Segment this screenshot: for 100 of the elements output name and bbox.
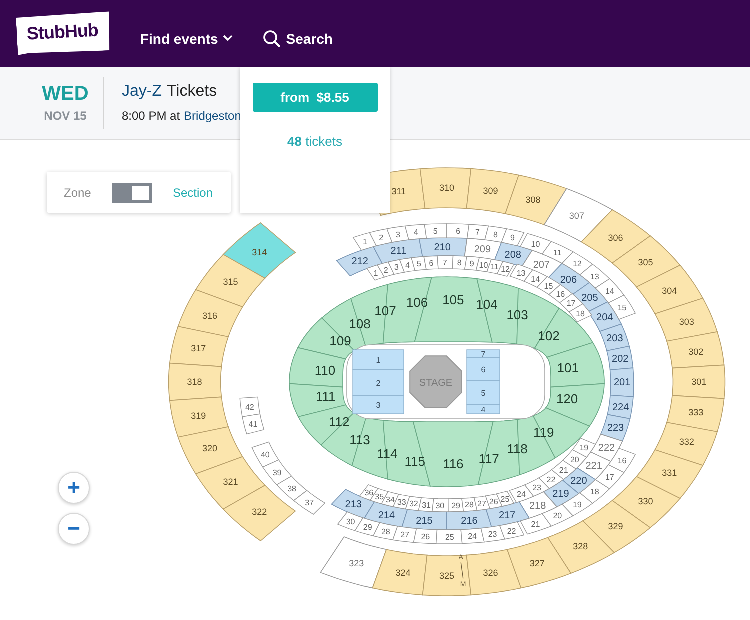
section-label: 1 (376, 356, 381, 365)
row-number: 22 (546, 475, 556, 484)
row-number: 1 (374, 268, 378, 278)
zoom-out-button[interactable]: − (58, 513, 90, 545)
section-label: 113 (350, 432, 370, 448)
row-number: 19 (572, 500, 582, 510)
section-label: 218 (529, 500, 546, 512)
section-label: 106 (406, 294, 428, 310)
section-label: 201 (614, 378, 631, 389)
row-number: 38 (288, 484, 297, 494)
section-label: 217 (498, 510, 516, 522)
logo[interactable]: StubHub (16, 12, 112, 56)
row-number: 8 (494, 230, 498, 240)
row-number: 16 (618, 456, 627, 466)
row-number: 20 (553, 511, 562, 520)
row-number: 11 (490, 262, 500, 272)
row-number: 17 (566, 299, 576, 308)
toggle-label: Zone (64, 186, 92, 200)
row-number: 37 (305, 498, 314, 508)
section-label: 333 (688, 408, 704, 418)
row-number: 10 (531, 240, 540, 249)
row-number: 11 (553, 248, 562, 258)
section-label: 222 (598, 443, 616, 454)
section-label: 115 (404, 454, 426, 469)
row-number: 13 (590, 272, 600, 282)
section-label: 205 (582, 293, 598, 304)
row-number: 14 (605, 287, 614, 296)
section-label: 303 (679, 317, 694, 328)
row-number: 41 (248, 420, 258, 429)
venue-link[interactable]: Bridgeston (184, 109, 242, 123)
section-label: 120 (556, 392, 578, 407)
section-label: 224 (612, 402, 630, 414)
section-label: 213 (345, 500, 362, 511)
row-number: 8 (457, 258, 462, 268)
row-number: 24 (517, 490, 526, 499)
section-label: 316 (202, 310, 218, 321)
row-number: 25 (500, 494, 510, 504)
section-label: 324 (396, 568, 411, 578)
section-label: 112 (329, 414, 350, 430)
section-label: 204 (596, 312, 614, 324)
row-number: 18 (576, 309, 585, 318)
section-label: 219 (552, 489, 570, 500)
row-number: 5 (433, 227, 438, 236)
section-label: 309 (483, 186, 498, 196)
row-number: 6 (429, 258, 434, 268)
find-events-menu[interactable]: Find events (140, 30, 234, 46)
row-number: 22 (507, 526, 516, 536)
artist-link[interactable]: Jay-Z (122, 83, 162, 101)
section-label: 2 (376, 379, 381, 388)
event-weekday: WED (42, 83, 89, 106)
row-number: 34 (386, 495, 395, 504)
section-label: 306 (608, 232, 624, 243)
section-label: 101 (557, 360, 579, 376)
section-label: 110 (314, 363, 336, 378)
row-number: 19 (580, 444, 589, 453)
row-number: 3 (396, 230, 400, 240)
section-label: 322 (252, 506, 268, 517)
zoom-in-button[interactable]: + (58, 472, 90, 504)
section-label: 325 (439, 571, 455, 582)
section-label: 3 (376, 401, 381, 410)
section-label: 317 (191, 343, 206, 354)
section-label: 331 (662, 468, 678, 478)
section-label: 321 (223, 477, 238, 488)
event-title: Tickets (167, 83, 218, 101)
section-label: 209 (474, 244, 492, 256)
section-label: 111 (316, 388, 336, 404)
section-label: 118 (507, 442, 528, 457)
section-label: 319 (191, 410, 206, 421)
section-label: 116 (443, 456, 464, 472)
row-number: 21 (531, 520, 540, 530)
row-number: 12 (572, 260, 582, 269)
row-number: 20 (570, 455, 580, 464)
row-number: 21 (559, 466, 568, 475)
section-label: 305 (638, 258, 654, 268)
row-number: 12 (501, 265, 510, 274)
section-label: 114 (377, 446, 398, 462)
section-label: 117 (478, 452, 500, 467)
section-label: 326 (483, 568, 498, 578)
row-number: 23 (532, 483, 542, 492)
row-number: 15 (544, 282, 554, 291)
row-number: 28 (381, 528, 390, 537)
section-label: 311 (392, 186, 406, 197)
row-number: 27 (400, 530, 410, 540)
search-link[interactable]: Search (263, 30, 333, 48)
section-label: 310 (439, 183, 455, 194)
section-label: 223 (607, 423, 624, 434)
section-label: 216 (461, 516, 478, 527)
row-number: 2 (384, 266, 388, 275)
row-number: 15 (618, 304, 627, 313)
row-number: 29 (452, 501, 460, 510)
row-number: 32 (409, 500, 418, 509)
section-label: 314 (252, 247, 268, 258)
section-label: 203 (606, 334, 624, 345)
section-label: 109 (330, 334, 352, 349)
section-label: 208 (504, 250, 522, 262)
section-label: 301 (692, 377, 707, 388)
section-label: 207 (533, 260, 550, 271)
section-label: 202 (612, 354, 629, 366)
row-number: 35 (375, 492, 384, 502)
section-label: 328 (573, 542, 588, 552)
